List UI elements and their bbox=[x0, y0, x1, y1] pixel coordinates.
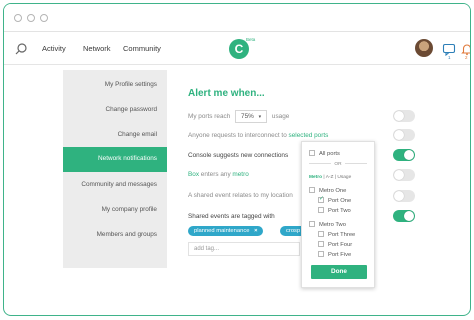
selected-ports-link[interactable]: selected ports bbox=[289, 132, 329, 139]
port-three-checkbox[interactable] bbox=[318, 231, 324, 237]
port-two-label: Port Two bbox=[328, 208, 351, 214]
usage-threshold-value: 75% bbox=[241, 113, 254, 120]
sort-az[interactable]: A-Z bbox=[326, 175, 334, 180]
nav-link-activity[interactable]: Activity bbox=[42, 44, 66, 53]
port-two-checkbox[interactable] bbox=[318, 207, 324, 213]
toggle-console-suggests[interactable] bbox=[393, 149, 415, 161]
box-suffix: enters any bbox=[200, 171, 231, 178]
ports-reach-suffix: usage bbox=[271, 113, 290, 120]
nav-link-network[interactable]: Network bbox=[83, 44, 111, 53]
shared-tagged-label: Shared events are tagged with bbox=[188, 213, 275, 220]
sidebar-item-community-messages[interactable]: Community and messages bbox=[81, 181, 157, 188]
port-selector-dropdown: All ports OR Metro | A-Z | Usage Metro O… bbox=[301, 141, 375, 288]
bell-icon[interactable] bbox=[460, 42, 471, 56]
port-five-checkbox[interactable] bbox=[318, 251, 324, 257]
console-logo[interactable]: C bbox=[229, 39, 249, 59]
add-tag-input[interactable]: add tag... bbox=[188, 242, 300, 256]
row-ports-reach: My ports reach 75% ▾ usage bbox=[188, 110, 289, 123]
sidebar-item-label: Network notifications bbox=[98, 155, 157, 162]
sidebar-item-members-groups[interactable]: Members and groups bbox=[97, 231, 157, 238]
window-titlebar bbox=[4, 4, 470, 32]
tag-label: crosp bbox=[286, 227, 301, 234]
metro-group-option[interactable]: Metro One bbox=[309, 187, 346, 194]
port-five-label: Port Five bbox=[328, 252, 352, 258]
ports-reach-label: My ports reach bbox=[188, 113, 231, 120]
metro-group-option[interactable]: Metro Two bbox=[309, 221, 346, 228]
all-ports-checkbox[interactable] bbox=[309, 150, 315, 156]
sidebar-item-company-profile[interactable]: My company profile bbox=[102, 206, 157, 213]
port-option[interactable]: Port Three bbox=[318, 231, 355, 238]
messages-count-badge: 1 bbox=[448, 55, 451, 60]
console-suggests-label: Console suggests new connections bbox=[188, 152, 289, 159]
tag-chip[interactable]: planned maintenance × bbox=[188, 226, 264, 236]
all-ports-label: All ports bbox=[319, 151, 340, 157]
row-box-metro: Box enters any metro bbox=[188, 171, 249, 178]
toggle-box-metro[interactable] bbox=[393, 169, 415, 181]
toggle-shared-tagged[interactable] bbox=[393, 210, 415, 222]
box-link[interactable]: Box bbox=[188, 171, 199, 178]
port-option[interactable]: Port Two bbox=[318, 207, 351, 214]
port-option[interactable]: Port Five bbox=[318, 251, 351, 258]
messages-icon[interactable] bbox=[442, 42, 456, 56]
window-close-dot[interactable] bbox=[14, 14, 22, 22]
metro-link[interactable]: metro bbox=[232, 171, 248, 178]
port-option[interactable]: Port One bbox=[318, 195, 352, 204]
shared-event-label: A shared event relates to my location bbox=[188, 192, 293, 199]
sidebar-item-change-password[interactable]: Change password bbox=[105, 106, 157, 113]
logo-beta-label: Beta bbox=[246, 37, 256, 42]
toggle-shared-event[interactable] bbox=[393, 190, 415, 202]
notification-count-badge: 2 bbox=[465, 55, 468, 60]
window-maximize-dot[interactable] bbox=[40, 14, 48, 22]
search-icon[interactable] bbox=[14, 42, 28, 56]
interconnect-label: Anyone requests to interconnect to bbox=[188, 132, 287, 139]
sidebar-item-network-notifications[interactable]: Network notifications bbox=[63, 147, 177, 172]
all-ports-option[interactable]: All ports bbox=[309, 150, 340, 157]
window-minimize-dot[interactable] bbox=[27, 14, 35, 22]
or-divider: OR bbox=[302, 162, 374, 167]
port-four-checkbox[interactable] bbox=[318, 241, 324, 247]
page-title: Alert me when... bbox=[188, 88, 265, 99]
port-four-label: Port Four bbox=[328, 242, 353, 248]
top-navbar: Activity Network Community C Beta 1 2 bbox=[4, 33, 470, 65]
remove-tag-icon[interactable]: × bbox=[254, 228, 257, 234]
tag-label: planned maintenance bbox=[194, 227, 250, 234]
avatar[interactable] bbox=[415, 39, 433, 57]
port-one-checkbox[interactable] bbox=[318, 195, 324, 203]
metro-one-checkbox[interactable] bbox=[309, 187, 315, 193]
metro-two-checkbox[interactable] bbox=[309, 221, 315, 227]
sort-filter: Metro | A-Z | Usage bbox=[309, 175, 351, 180]
chevron-down-icon: ▾ bbox=[258, 114, 262, 120]
sort-separator: | bbox=[334, 175, 337, 180]
toggle-ports-reach[interactable] bbox=[393, 110, 415, 122]
port-one-label: Port One bbox=[328, 198, 352, 204]
sort-usage[interactable]: Usage bbox=[337, 175, 351, 180]
port-option[interactable]: Port Four bbox=[318, 241, 352, 248]
sort-separator: | bbox=[323, 175, 325, 180]
port-three-label: Port Three bbox=[328, 232, 356, 238]
sidebar-item-change-email[interactable]: Change email bbox=[118, 131, 157, 138]
row-interconnect: Anyone requests to interconnect to selec… bbox=[188, 132, 328, 139]
metro-two-label: Metro Two bbox=[319, 222, 346, 228]
metro-one-label: Metro One bbox=[319, 188, 347, 194]
toggle-interconnect[interactable] bbox=[393, 129, 415, 141]
nav-link-community[interactable]: Community bbox=[123, 44, 161, 53]
done-button[interactable]: Done bbox=[311, 265, 367, 279]
sidebar-item-profile-settings[interactable]: My Profile settings bbox=[105, 81, 157, 88]
sort-metro[interactable]: Metro bbox=[309, 175, 322, 180]
usage-threshold-select[interactable]: 75% ▾ bbox=[235, 110, 268, 123]
